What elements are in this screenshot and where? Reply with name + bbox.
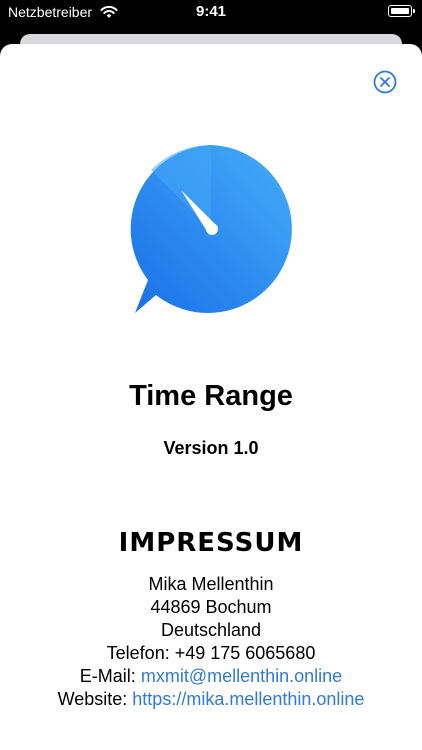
close-icon[interactable]: [373, 70, 397, 94]
battery-icon: [388, 5, 415, 17]
clock: 9:41: [195, 3, 227, 20]
impressum-website-row: Website: https://mika.mellenthin.online: [0, 688, 422, 711]
email-link[interactable]: mxmit@mellenthin.online: [141, 666, 342, 686]
impressum-heading: IMPRESSUM: [118, 528, 304, 558]
impressum-phone: Telefon: +49 175 6065680: [106, 643, 316, 663]
impressum-country: Deutschland: [160, 620, 262, 640]
impressum-block: Mika Mellenthin 44869 Bochum Deutschland…: [0, 573, 422, 711]
impressum-city: 44869 Bochum: [150, 597, 272, 617]
website-link[interactable]: https://mika.mellenthin.online: [132, 689, 364, 709]
email-label: E-Mail:: [79, 666, 136, 686]
website-label: Website:: [57, 689, 128, 709]
status-bar: Netzbetreiber 9:41: [0, 0, 422, 26]
app-logo-icon: [130, 144, 292, 313]
impressum-email-row: E-Mail: mxmit@mellenthin.online: [0, 665, 422, 688]
impressum-name: Mika Mellenthin: [148, 574, 274, 594]
version-label: Version 1.0: [163, 438, 259, 458]
app-title: Time Range: [129, 380, 293, 412]
